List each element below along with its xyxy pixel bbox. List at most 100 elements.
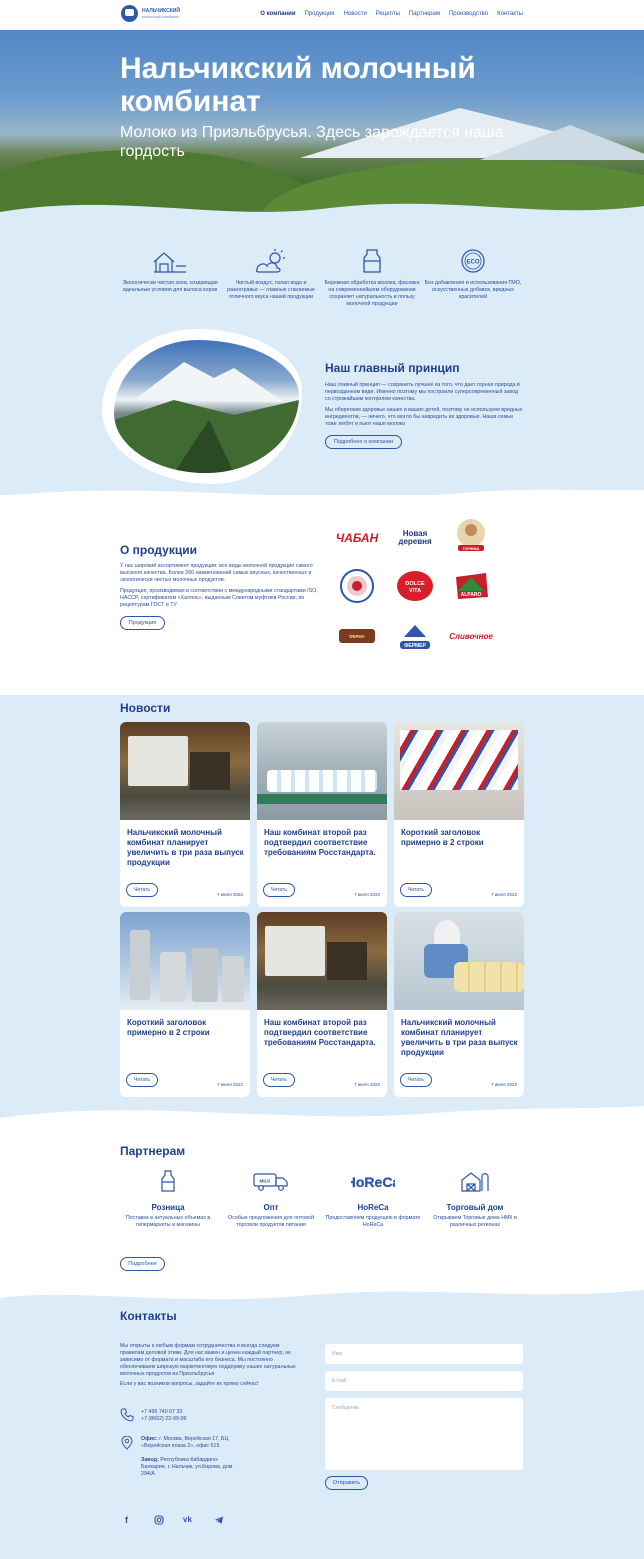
svg-text:VITA: VITA [409,588,421,594]
partner-text: Особые предложения для оптовой торговли … [228,1215,314,1228]
partners-title: Партнерам [120,1144,186,1158]
partner-title: Опт [263,1203,279,1212]
hero-title: Нальчикский молочный комбинат [120,52,476,118]
brand-logo-dolce-vita[interactable]: DOLCE VITA [390,569,440,603]
partner-horeca: HoReCa HoReCa Предоставляем продукцию в … [323,1170,423,1228]
brand-logo-novaya-derevnya[interactable]: Новая деревня [390,521,440,555]
news-card-title[interactable]: Короткий заголовок примерно в 2 строки [401,828,519,848]
svg-text:ФЕРМА: ФЕРМА [349,634,365,639]
partners-wave-bottom [0,1282,644,1300]
main-nav: О компании Продукция Новости Рецепты Пар… [260,11,523,17]
read-button[interactable]: Читать [400,883,432,897]
brand-logo-goryanka[interactable]: ГОРЯНКА [446,518,496,552]
contacts-text-2: Если у вас возникли вопросы, задайте их … [120,1381,259,1387]
news-image-truck [120,722,250,820]
news-card[interactable]: Нальчикский молочный комбинат планирует … [394,912,524,1097]
news-card-title[interactable]: Наш комбинат второй раз подтвердил соотв… [264,828,382,858]
barn-icon [461,1172,489,1192]
brand-logo-chaban[interactable]: ЧАБАН [332,521,382,555]
hero-wave [0,203,644,240]
location-pin-icon [121,1436,133,1450]
feature-eco-zone: Экологически чистая зона, создающая идеа… [120,248,220,294]
about-company-button[interactable]: Подробнее о компании [325,435,402,449]
nav-contacts[interactable]: Контакты [497,11,523,17]
farm-icon [153,252,186,273]
principle-text-2: Мы оберегаем здоровье наших и ваших дете… [325,407,523,427]
partner-wholesale: MILK Опт Особые предложения для оптовой … [221,1170,321,1228]
milk-bottle-icon [161,1170,175,1192]
hero-subtitle: Молоко из Приэльбрусья. Здесь зарождаетс… [120,124,504,160]
send-button[interactable]: Отправить [325,1476,368,1490]
news-date: 7 июля 2022 [217,1082,243,1087]
partner-title: Розница [151,1203,185,1212]
telegram-icon[interactable] [214,1515,224,1525]
news-card[interactable]: Короткий заголовок примерно в 2 строки Ч… [120,912,250,1097]
read-button[interactable]: Читать [263,1073,295,1087]
read-button[interactable]: Читать [400,1073,432,1087]
logo[interactable]: НАЛЬЧИКСКИЙ молочный комбинат [121,5,180,22]
instagram-icon[interactable] [154,1515,164,1525]
read-button[interactable]: Читать [126,1073,158,1087]
news-image-bottles [257,722,387,820]
read-button[interactable]: Читать [126,883,158,897]
svg-text:ECO: ECO [466,260,479,266]
news-card[interactable]: Наш комбинат второй раз подтвердил соотв… [257,912,387,1097]
message-field[interactable]: Сообщение [325,1398,523,1470]
read-button[interactable]: Читать [263,883,295,897]
brand-logo-round-badge[interactable] [332,569,382,603]
svg-text:ГОРЯНКА: ГОРЯНКА [463,547,480,551]
news-image-silos [120,912,250,1010]
news-card-title[interactable]: Нальчикский молочный комбинат планирует … [127,828,245,868]
partners-more-button[interactable]: Подробнее [120,1257,165,1271]
news-date: 7 июля 2022 [491,892,517,897]
news-card-title[interactable]: Короткий заголовок примерно в 2 строки [127,1018,245,1038]
news-card[interactable]: Наш комбинат второй раз подтвердил соотв… [257,722,387,907]
brand-logo-kabardinskaya-ferma[interactable]: ФЕРМА [332,619,382,653]
contacts-title: Контакты [120,1309,177,1323]
logo-icon [121,5,138,22]
vk-icon[interactable]: vk [183,1515,192,1524]
logo-title: НАЛЬЧИКСКИЙ [142,7,180,14]
products-title: О продукции [120,543,197,557]
products-text-2: Продукция, производимая в соответствии с… [120,588,318,608]
phone-2[interactable]: +7 (8662) 22-99-99 [141,1416,187,1423]
logo-subtitle: молочный комбинат [142,13,180,19]
news-card[interactable]: Нальчикский молочный комбинат планирует … [120,722,250,907]
products-section [0,495,644,695]
principle-text-1: Наш главный принцип — сохранить лучшее и… [325,382,520,402]
phone-1[interactable]: +7 495 740 07 32 [141,1409,182,1416]
brand-logo-alparo[interactable]: ALPARO [446,569,496,603]
name-field[interactable]: Имя [325,1344,523,1364]
feature-processing: Бережная обработка молока, фасовка на со… [322,248,422,308]
news-image-cheese [394,912,524,1010]
brand-logo-slivochnoe[interactable]: Сливочное [446,619,496,653]
nav-about[interactable]: О компании [260,11,295,17]
news-card-title[interactable]: Наш комбинат второй раз подтвердил соотв… [264,1018,382,1048]
partner-retail: Розница Поставка в актуальных объемах в … [118,1170,218,1228]
partner-title: Торговый дом [446,1203,504,1212]
eco-icon: ECO [461,249,485,273]
news-card-title[interactable]: Нальчикский молочный комбинат планирует … [401,1018,519,1058]
nav-production[interactable]: Производство [449,11,488,17]
partner-title: HoReCa [357,1203,389,1212]
nav-recipes[interactable]: Рецепты [376,11,400,17]
feature-clean-air: Чистый воздух, талая вода и разнотравье … [221,248,321,301]
svg-text:ФЕРМЕР: ФЕРМЕР [404,643,426,649]
news-card[interactable]: Короткий заголовок примерно в 2 строки Ч… [394,722,524,907]
nav-products[interactable]: Продукция [305,11,335,17]
site-header: НАЛЬЧИКСКИЙ молочный комбинат О компании … [0,0,644,30]
products-wave-bottom [0,672,644,690]
email-field[interactable]: E-mail [325,1371,523,1391]
partner-text: Предоставляем продукцию в формате HoReCa [325,1215,421,1228]
products-button[interactable]: Продукция [120,616,165,630]
news-image-truck-2 [257,912,387,1010]
nav-news[interactable]: Новости [344,11,367,17]
brand-logo-fermer[interactable]: ФЕРМЕР [390,619,440,653]
news-date: 7 июля 2022 [491,1082,517,1087]
news-date: 7 июля 2022 [354,892,380,897]
nav-partners[interactable]: Партнерам [409,11,440,17]
facebook-icon[interactable]: f [125,1515,128,1525]
horeca-icon: HoReCa [346,1174,401,1190]
weather-icon [255,249,285,273]
plant-address: Завод: Республика Кабардино-Балкария, г.… [141,1457,233,1477]
